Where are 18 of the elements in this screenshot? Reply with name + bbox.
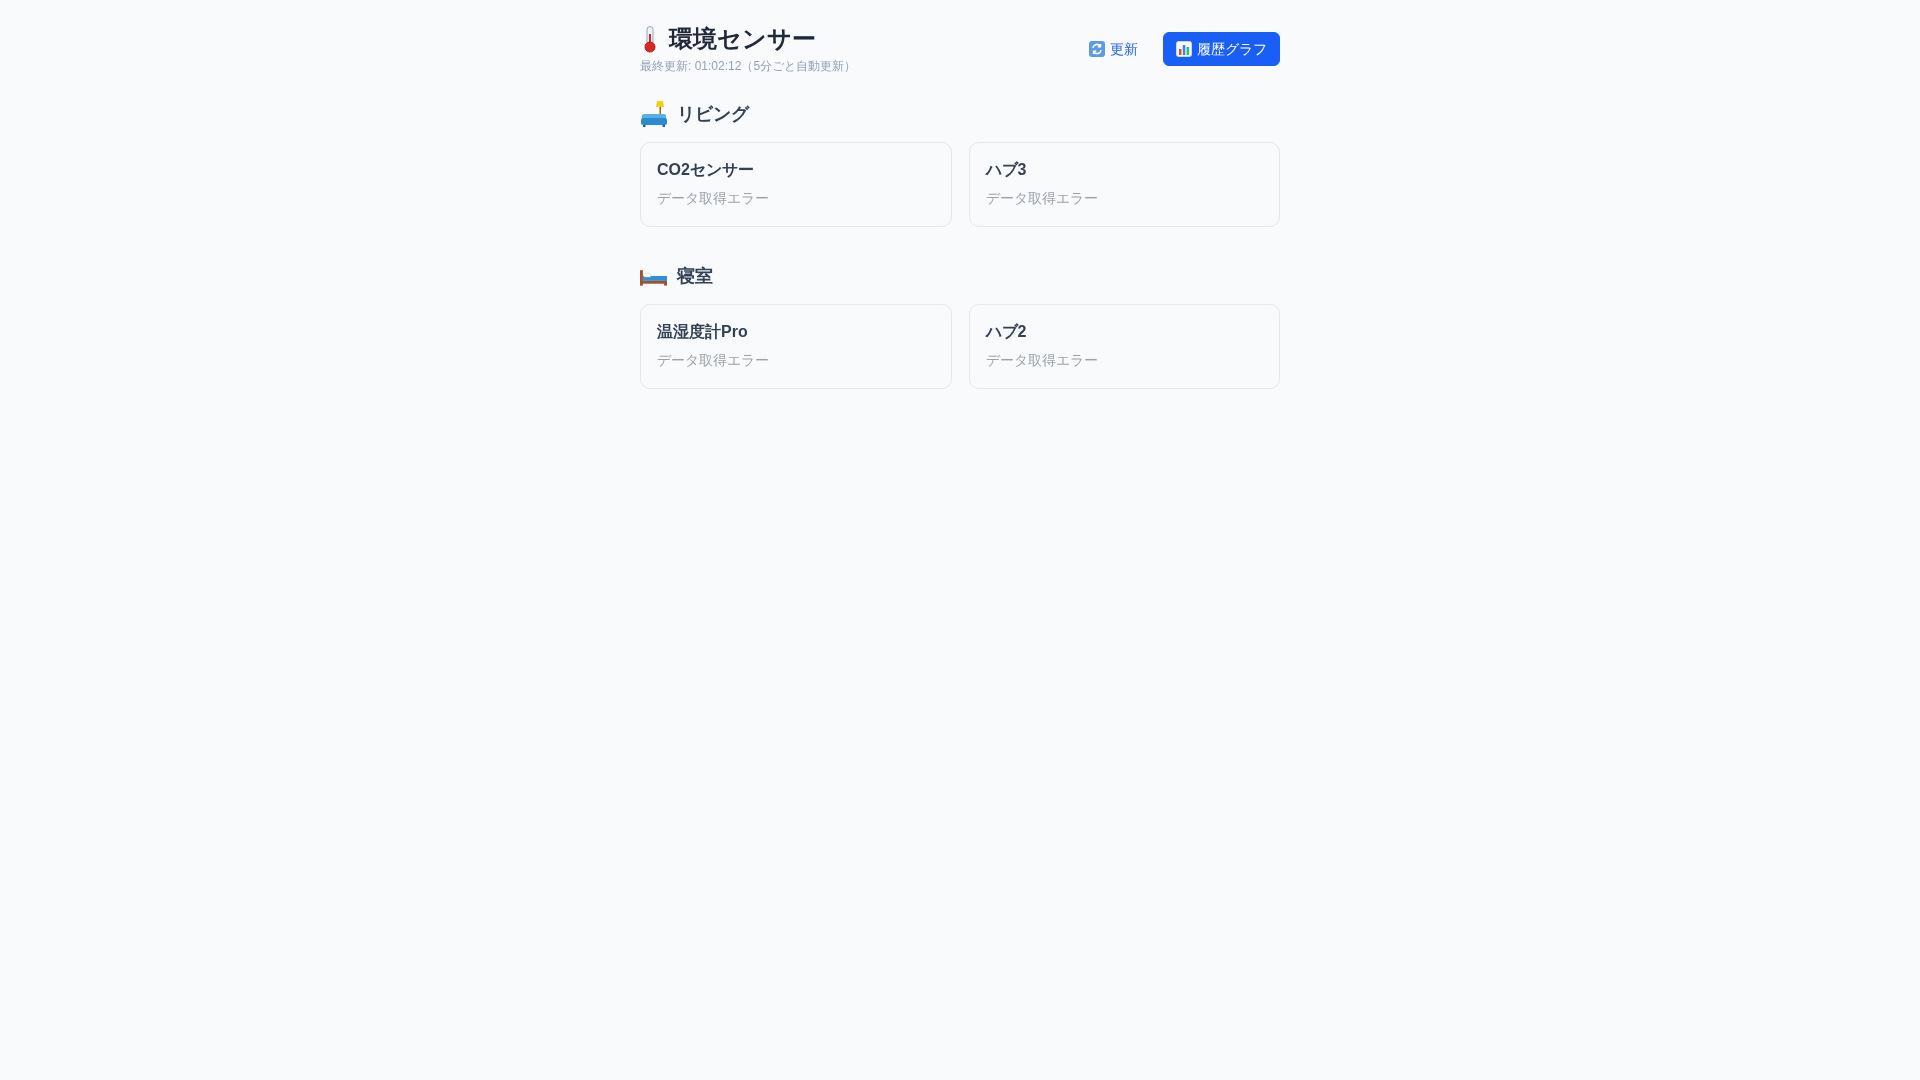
refresh-button[interactable]: 更新: [1076, 32, 1151, 66]
error-message: データ取得エラー: [657, 351, 770, 370]
sensor-name: CO2センサー: [657, 160, 755, 180]
room-heading: リビング: [677, 103, 749, 126]
refresh-icon: [1089, 41, 1105, 57]
room-heading: 寝室: [677, 265, 713, 288]
last-updated-text: 最終更新: 01:02:12（5分ごと自動更新）: [640, 58, 857, 74]
sensor-name: ハブ2: [985, 322, 1028, 342]
thermometer-icon: [643, 25, 657, 53]
sensor-name: ハブ3: [985, 160, 1028, 180]
page-title: 環境センサー: [669, 24, 816, 54]
error-message: データ取得エラー: [985, 189, 1099, 208]
error-message: データ取得エラー: [985, 351, 1099, 370]
history-graph-button[interactable]: 履歴グラフ: [1163, 32, 1280, 66]
bar-chart-icon: [1176, 41, 1192, 57]
error-message: データ取得エラー: [657, 189, 770, 208]
sofa-lamp-icon: [640, 101, 667, 127]
sensor-name: 温湿度計Pro: [657, 322, 749, 342]
